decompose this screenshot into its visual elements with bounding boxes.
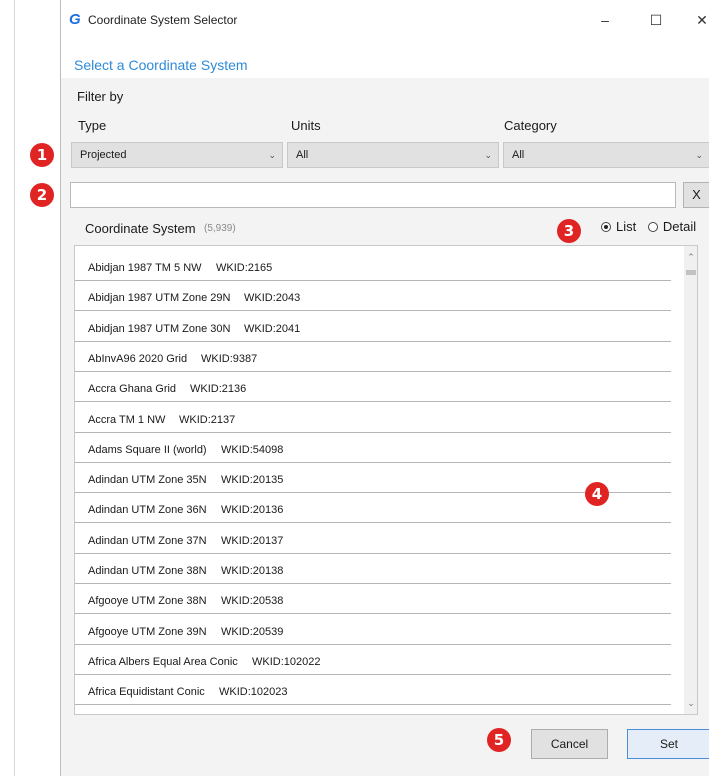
- list-item-name: Africa Albers Equal Area Conic: [88, 655, 238, 668]
- list-item-wkid: WKID:20136: [221, 504, 284, 517]
- scroll-up-icon[interactable]: ⌃: [684, 252, 697, 263]
- filter-by-label: Filter by: [77, 89, 124, 104]
- list-item-wkid: WKID:2043: [244, 292, 301, 305]
- coordinate-system-selector-dialog: G Coordinate System Selector – ☐ ✕ Selec…: [60, 0, 709, 776]
- list-item-wkid: WKID:102022: [252, 655, 321, 668]
- list-item[interactable]: Afgooye UTM Zone 38N WKID:20538: [75, 584, 671, 615]
- list-item[interactable]: Abidjan 1987 UTM Zone 29N WKID:2043: [75, 281, 671, 312]
- list-item[interactable]: Adindan UTM Zone 36N WKID:20136: [75, 493, 671, 524]
- list-item[interactable]: Afgooye UTM Zone 39N WKID:20539: [75, 615, 671, 645]
- units-dropdown-value: All: [296, 149, 309, 161]
- list-item[interactable]: Africa Albers Equal Area Conic WKID:10202…: [75, 645, 671, 675]
- view-mode-radio-group: List Detail: [601, 219, 696, 234]
- list-item-wkid: WKID:20538: [221, 595, 284, 608]
- list-item-wkid: WKID:20135: [221, 474, 284, 487]
- list-item[interactable]: Accra TM 1 NW WKID:2137: [75, 403, 671, 433]
- list-item[interactable]: Abidjan 1987 UTM Zone 30N WKID:2041: [75, 312, 671, 342]
- list-item-name: Accra Ghana Grid: [88, 383, 177, 396]
- list-item-wkid: WKID:2137: [179, 413, 236, 426]
- cancel-button[interactable]: Cancel: [531, 729, 608, 759]
- type-dropdown-value: Projected: [80, 149, 127, 161]
- list-item[interactable]: AbInvA96 2020 Grid WKID:9387: [75, 342, 671, 372]
- callout-badge: 1: [30, 143, 54, 167]
- list-item-wkid: WKID:2041: [244, 322, 301, 335]
- list-item-name: Adindan UTM Zone 35N: [88, 474, 207, 487]
- callout-badge: 3: [557, 219, 581, 243]
- chevron-down-icon: ⌄: [695, 150, 703, 160]
- list-item-name: Adindan UTM Zone 37N: [88, 534, 207, 547]
- list-item[interactable]: Adams Square II (world) WKID:54098: [75, 433, 671, 463]
- list-item[interactable]: Adindan UTM Zone 37N WKID:20137: [75, 524, 671, 554]
- result-count: (5,939): [204, 223, 236, 234]
- list-item-wkid: WKID:2136: [190, 383, 247, 396]
- list-item-name: Afgooye UTM Zone 38N: [88, 595, 207, 608]
- list-item-name: Abidjan 1987 UTM Zone 30N: [88, 322, 231, 335]
- coordinate-system-list[interactable]: Africa Lambert Conformal ConicWKID:10202…: [74, 245, 698, 715]
- list-item[interactable]: Adindan UTM Zone 35N WKID:20135: [75, 463, 671, 494]
- category-label: Category: [504, 118, 557, 133]
- detail-radio-label: Detail: [662, 219, 697, 234]
- list-item-name: Abidjan 1987 TM 5 NW: [88, 262, 202, 274]
- list-item-wkid: WKID:54098: [221, 443, 284, 456]
- type-label: Type: [78, 118, 107, 133]
- list-item-wkid: WKID:20138: [221, 565, 284, 577]
- search-input[interactable]: [70, 182, 676, 208]
- scroll-thumb[interactable]: [686, 270, 696, 275]
- list-item[interactable]: Africa Equidistant Conic WKID:102023: [75, 675, 671, 706]
- list-item-name: Adindan UTM Zone 36N: [88, 504, 207, 517]
- list-item-name: Africa Equidistant Conic: [88, 686, 205, 699]
- maximize-button[interactable]: ☐: [641, 8, 671, 32]
- g-logo-icon: G: [69, 11, 81, 28]
- list-radio[interactable]: List: [601, 219, 636, 234]
- chevron-down-icon: ⌄: [484, 150, 492, 160]
- window-title: Coordinate System Selector: [88, 13, 238, 27]
- list-item[interactable]: Accra Ghana Grid WKID:2136: [75, 372, 671, 403]
- list-item-wkid: WKID:20539: [221, 625, 284, 638]
- chevron-down-icon: ⌄: [268, 150, 276, 160]
- radio-unselected-icon: [647, 222, 658, 232]
- title-bar: G Coordinate System Selector – ☐ ✕: [61, 0, 709, 40]
- scroll-down-icon[interactable]: ⌄: [684, 698, 697, 709]
- callout-badge: 4: [585, 482, 609, 506]
- minimize-button[interactable]: –: [590, 8, 620, 32]
- list-item-name: AbInvA96 2020 Grid: [88, 352, 188, 365]
- list-radio-label: List: [616, 219, 637, 234]
- category-dropdown[interactable]: All ⌄: [503, 142, 709, 168]
- list-item[interactable]: Adindan UTM Zone 38N WKID:20138: [75, 554, 671, 584]
- list-item-name: Abidjan 1987 UTM Zone 29N: [88, 292, 231, 305]
- type-dropdown[interactable]: Projected ⌄: [71, 142, 283, 168]
- detail-radio[interactable]: Detail: [647, 219, 697, 234]
- dialog-heading: Select a Coordinate System: [74, 57, 248, 73]
- list-item-name: Accra TM 1 NW: [88, 413, 166, 426]
- category-dropdown-value: All: [512, 149, 525, 161]
- callout-badge: 5: [487, 728, 511, 752]
- coordinate-system-heading: Coordinate System: [85, 221, 196, 236]
- units-dropdown[interactable]: All ⌄: [287, 142, 499, 168]
- callout-badge: 2: [30, 183, 54, 207]
- list-item-wkid: WKID:102023: [219, 686, 288, 699]
- list-item-wkid: WKID:2165: [216, 262, 273, 274]
- close-button[interactable]: ✕: [687, 8, 709, 32]
- vertical-scrollbar[interactable]: ⌃ ⌄: [684, 246, 697, 714]
- list-item-name: Adams Square II (world): [88, 443, 207, 456]
- list-item-name: Afgooye UTM Zone 39N: [88, 625, 207, 638]
- list-item-name: Adindan UTM Zone 38N: [88, 565, 207, 577]
- background-window-edge: [0, 0, 15, 776]
- clear-search-button[interactable]: X: [683, 182, 709, 208]
- list-item[interactable]: Abidjan 1987 TM 5 NW WKID:2165: [75, 251, 671, 281]
- list-item-wkid: WKID:9387: [201, 352, 258, 365]
- radio-selected-icon: [601, 222, 611, 232]
- set-button[interactable]: Set: [627, 729, 709, 759]
- units-label: Units: [291, 118, 321, 133]
- list-item-wkid: WKID:20137: [221, 534, 284, 547]
